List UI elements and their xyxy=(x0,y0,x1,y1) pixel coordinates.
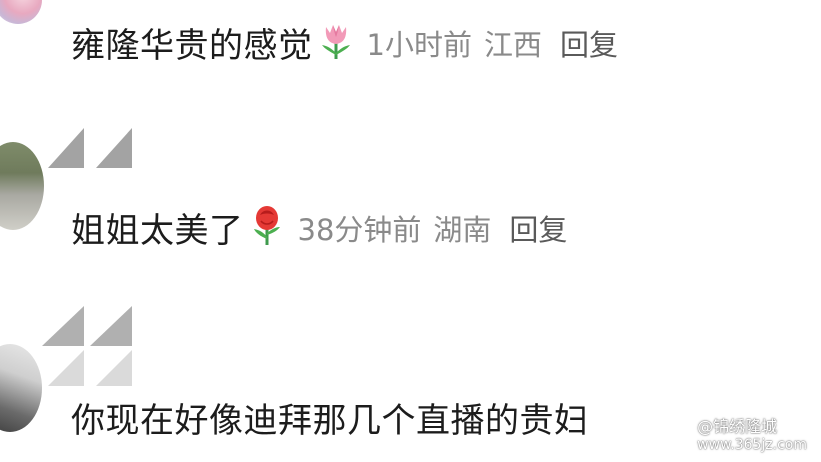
reply-button[interactable]: 回复 xyxy=(509,207,567,249)
user-avatar-3[interactable] xyxy=(0,344,42,432)
comment-location: 湖南 xyxy=(433,212,492,247)
comment-text: 你现在好像迪拜那几个直播的贵妇 xyxy=(71,401,589,441)
comment-row-3: 你现在好像迪拜那几个直播的贵妇 xyxy=(71,393,589,442)
tulip-emoji-icon xyxy=(319,21,353,65)
comment-text: 雍隆华贵的感觉 xyxy=(71,26,313,66)
quote-mark-icon xyxy=(48,126,134,174)
user-avatar-2[interactable] xyxy=(0,142,44,230)
watermark: @锦绣隆城 www.365jz.com xyxy=(675,418,807,454)
quote-mark-icon xyxy=(42,306,136,392)
comment-text: 姐姐太美了 xyxy=(71,211,244,251)
comment-time: 38分钟前 xyxy=(297,212,422,247)
watermark-logo-icon xyxy=(675,427,693,445)
reply-button[interactable]: 回复 xyxy=(560,22,618,64)
watermark-name: @锦绣隆城 xyxy=(697,417,778,436)
comment-location: 江西 xyxy=(483,27,542,62)
user-avatar-1[interactable] xyxy=(0,0,42,24)
rose-emoji-icon xyxy=(250,205,284,251)
comment-row-2: 姐姐太美了 38分钟前 湖南 回复 xyxy=(71,203,567,252)
watermark-url: www.365jz.com xyxy=(697,437,807,453)
comment-time: 1小时前 xyxy=(366,27,472,62)
comment-row-1: 雍隆华贵的感觉 1小时前 江西 回复 xyxy=(71,18,618,67)
